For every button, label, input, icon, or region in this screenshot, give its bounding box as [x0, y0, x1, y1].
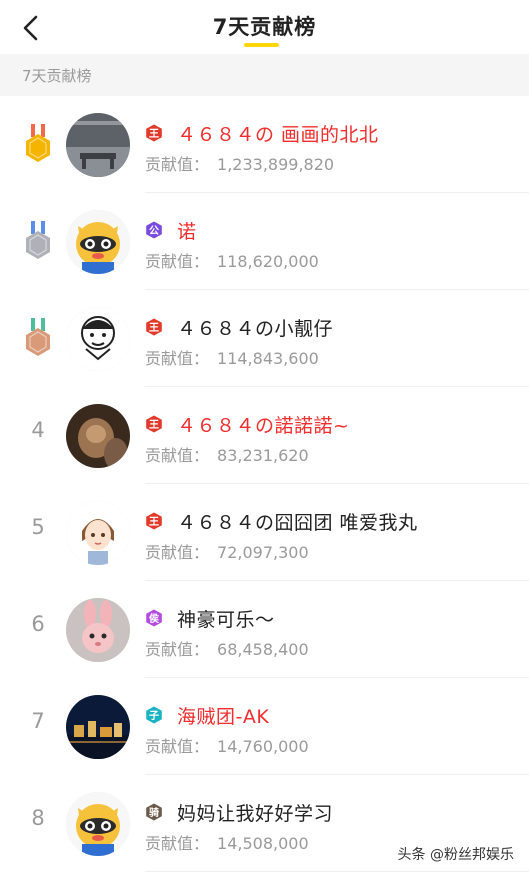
page-title[interactable]: 7天贡献榜 — [0, 11, 529, 41]
avatar[interactable] — [66, 113, 130, 177]
rank-number: 5 — [31, 515, 45, 539]
avatar[interactable] — [66, 501, 130, 565]
svg-text:侯: 侯 — [149, 612, 160, 625]
user-name[interactable]: ４６８４の 画画的北北 — [177, 120, 379, 147]
contribution-label: 贡献值： — [145, 543, 210, 562]
avatar[interactable] — [66, 404, 130, 468]
rank-number: 7 — [31, 709, 45, 733]
svg-text:王: 王 — [149, 128, 159, 140]
avatar[interactable] — [66, 695, 130, 759]
contribution-label: 贡献值： — [145, 349, 210, 368]
rank-number: 8 — [31, 806, 45, 830]
contribution: 贡献值： 83,231,620 — [145, 442, 309, 466]
contribution-value: 114,843,600 — [217, 349, 319, 368]
contribution: 贡献值： 14,760,000 — [145, 733, 309, 757]
watermark: 头条 @粉丝邦娱乐 — [394, 843, 517, 865]
contribution-value: 83,231,620 — [217, 446, 309, 465]
contribution-label: 贡献值： — [145, 446, 210, 465]
leaderboard-row[interactable]: 5 王 ４６８４の囧囧团 唯爱我丸贡献值： 72,097,300 — [0, 484, 529, 581]
section-title: 7天贡献榜 — [22, 67, 92, 85]
active-tab-indicator — [244, 43, 279, 47]
avatar[interactable] — [66, 792, 130, 856]
section-header: 7天贡献榜 — [0, 54, 529, 96]
contribution: 贡献值： 114,843,600 — [145, 345, 319, 369]
level-badge-icon: 公 — [145, 221, 163, 239]
medal-bronze-icon — [21, 318, 55, 360]
level-badge-icon: 侯 — [145, 609, 163, 627]
contribution: 贡献值： 72,097,300 — [145, 539, 309, 563]
contribution: 贡献值： 68,458,400 — [145, 636, 309, 660]
leaderboard-row[interactable]: 王 ４６８４の 画画的北北贡献值： 1,233,899,820 — [0, 96, 529, 193]
rank-number: 6 — [31, 612, 45, 636]
contribution-label: 贡献值： — [145, 252, 210, 271]
level-badge-icon: 王 — [145, 415, 163, 433]
leaderboard-row[interactable]: 王 ４６８４の小靓仔贡献值： 114,843,600 — [0, 290, 529, 387]
avatar[interactable] — [66, 307, 130, 371]
contribution: 贡献值： 14,508,000 — [145, 830, 309, 854]
svg-text:王: 王 — [149, 516, 159, 528]
user-name[interactable]: 诺 — [177, 217, 197, 244]
user-name[interactable]: 妈妈让我好好学习 — [177, 799, 333, 826]
level-badge-icon: 王 — [145, 124, 163, 142]
svg-text:公: 公 — [149, 225, 159, 237]
leaderboard-list: 王 ４６８４の 画画的北北 贡献值： 1,233,899,820 公诺贡献值： 118,6… — [0, 96, 529, 872]
contribution: 贡献值： 1,233,899,820 — [145, 151, 334, 175]
svg-text:王: 王 — [149, 419, 159, 431]
svg-text:王: 王 — [149, 322, 159, 334]
user-name[interactable]: ４６８４の諾諾諾~ — [177, 411, 349, 438]
user-name[interactable]: ４６８４の小靓仔 — [177, 314, 333, 341]
leaderboard-row[interactable]: 7 子 海贼团-AK 贡献值： 14,760,000 — [0, 678, 529, 775]
level-badge-icon: 王 — [145, 512, 163, 530]
level-badge-icon: 骑 — [145, 803, 163, 821]
avatar[interactable] — [66, 210, 130, 274]
page: 7天贡献榜 7天贡献榜 王 ４６８４の 画画的北北贡献值： 1,233,899,82… — [0, 0, 529, 875]
avatar[interactable] — [66, 598, 130, 662]
leaderboard-row[interactable]: 4 王 ４６８４の諾諾諾~ 贡献值： 83,231,620 — [0, 387, 529, 484]
user-name[interactable]: 海贼团-AK — [177, 702, 269, 729]
divider — [145, 871, 529, 872]
contribution-value: 72,097,300 — [217, 543, 309, 562]
user-name[interactable]: 神豪可乐～ — [177, 605, 275, 632]
level-badge-icon: 王 — [145, 318, 163, 336]
user-name[interactable]: ４６８４の囧囧团 唯爱我丸 — [177, 508, 418, 535]
contribution-value: 14,760,000 — [217, 737, 309, 756]
contribution-label: 贡献值： — [145, 737, 210, 756]
svg-text:子: 子 — [149, 710, 159, 722]
leaderboard-row[interactable]: 6 侯 神豪可乐～ 贡献值： 68,458,400 — [0, 581, 529, 678]
contribution-value: 1,233,899,820 — [217, 155, 335, 174]
contribution-label: 贡献值： — [145, 834, 210, 853]
contribution-label: 贡献值： — [145, 640, 210, 659]
contribution-value: 68,458,400 — [217, 640, 309, 659]
level-badge-icon: 子 — [145, 706, 163, 724]
contribution: 贡献值： 118,620,000 — [145, 248, 319, 272]
contribution-value: 14,508,000 — [217, 834, 309, 853]
rank-number: 4 — [31, 418, 45, 442]
contribution-value: 118,620,000 — [217, 252, 319, 271]
medal-silver-icon — [21, 221, 55, 263]
header: 7天贡献榜 — [0, 0, 529, 54]
contribution-label: 贡献值： — [145, 155, 210, 174]
medal-gold-icon — [21, 124, 55, 166]
leaderboard-row[interactable]: 公 诺贡献值： 118,620,000 — [0, 193, 529, 290]
svg-text:骑: 骑 — [149, 806, 159, 819]
